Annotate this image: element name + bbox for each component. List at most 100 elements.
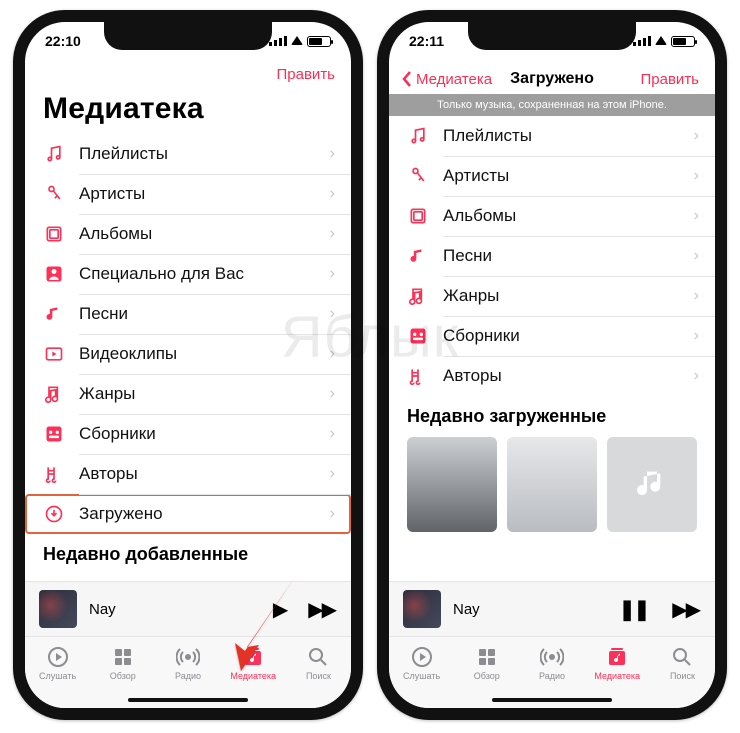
mini-player[interactable]: Nay ▶ ▶▶ — [25, 581, 351, 636]
chevron-right-icon: › — [694, 207, 699, 225]
status-time: 22:10 — [45, 33, 81, 49]
compilation-icon — [407, 326, 429, 346]
play-circle-icon — [46, 645, 70, 669]
album-icon — [43, 224, 65, 244]
row-genres[interactable]: Жанры › — [389, 276, 715, 316]
row-label: Плейлисты — [443, 126, 680, 146]
chevron-right-icon: › — [330, 265, 335, 283]
tab-label: Поиск — [306, 671, 331, 681]
downloaded-list: Плейлисты › Артисты › Альбомы › Песни › … — [389, 116, 715, 581]
recently-added-title: Недавно добавленные — [25, 534, 351, 571]
forward-button[interactable]: ▶▶ — [672, 597, 699, 622]
forward-button[interactable]: ▶▶ — [308, 597, 335, 622]
compilation-icon — [43, 424, 65, 444]
row-albums[interactable]: Альбомы › — [389, 196, 715, 236]
library-icon — [241, 645, 265, 669]
row-songs[interactable]: Песни › — [389, 236, 715, 276]
radio-icon — [540, 645, 564, 669]
row-artists[interactable]: Артисты › — [389, 156, 715, 196]
library-icon — [605, 645, 629, 669]
signal-icon — [633, 36, 651, 46]
row-playlists[interactable]: Плейлисты › — [25, 134, 351, 174]
row-songs[interactable]: Песни › — [25, 294, 351, 334]
notch — [468, 22, 636, 50]
home-indicator — [128, 698, 248, 702]
row-videos[interactable]: Видеоклипы › — [25, 334, 351, 374]
wifi-icon — [291, 36, 303, 45]
home-indicator — [492, 698, 612, 702]
mic-icon — [43, 184, 65, 204]
pause-button[interactable]: ❚❚ — [619, 597, 649, 622]
status-time: 22:11 — [409, 33, 444, 49]
chevron-right-icon: › — [330, 345, 335, 363]
battery-icon — [671, 36, 695, 47]
chevron-right-icon: › — [330, 225, 335, 243]
row-label: Загружено — [79, 504, 316, 524]
row-label: Сборники — [443, 326, 680, 346]
row-albums[interactable]: Альбомы › — [25, 214, 351, 254]
playlist-icon — [43, 144, 65, 164]
edit-button[interactable]: Править — [277, 66, 336, 83]
chevron-right-icon: › — [330, 465, 335, 483]
now-playing-title: Nay — [89, 601, 261, 618]
wifi-icon — [655, 36, 667, 45]
row-label: Песни — [79, 304, 316, 324]
back-label: Медиатека — [416, 71, 492, 88]
row-composers[interactable]: Авторы › — [25, 454, 351, 494]
chevron-right-icon: › — [694, 127, 699, 145]
tab-label: Обзор — [474, 671, 500, 681]
tab-label: Слушать — [403, 671, 440, 681]
row-genres[interactable]: Жанры › — [25, 374, 351, 414]
row-label: Артисты — [79, 184, 316, 204]
row-foryou[interactable]: Специально для Вас › — [25, 254, 351, 294]
album-icon — [407, 206, 429, 226]
tab-listen[interactable]: Слушать — [25, 637, 90, 708]
row-artists[interactable]: Артисты › — [25, 174, 351, 214]
note-icon — [407, 246, 429, 266]
genre-icon — [43, 384, 65, 404]
mic-icon — [407, 166, 429, 186]
album-tile[interactable] — [407, 437, 497, 532]
genre-icon — [407, 286, 429, 306]
tab-label: Слушать — [39, 671, 76, 681]
album-tile[interactable] — [507, 437, 597, 532]
chevron-right-icon: › — [330, 305, 335, 323]
note-icon — [43, 304, 65, 324]
back-button[interactable]: Медиатека — [401, 70, 492, 88]
row-label: Плейлисты — [79, 144, 316, 164]
tab-label: Радио — [539, 671, 565, 681]
tab-label: Поиск — [670, 671, 695, 681]
edit-button[interactable]: Править — [641, 71, 700, 88]
notch — [104, 22, 272, 50]
chevron-right-icon: › — [694, 287, 699, 305]
chevron-right-icon: › — [694, 327, 699, 345]
row-label: Авторы — [79, 464, 316, 484]
row-compilations[interactable]: Сборники › — [389, 316, 715, 356]
album-tile[interactable] — [607, 437, 697, 532]
mini-player[interactable]: Nay ❚❚ ▶▶ — [389, 581, 715, 636]
row-compilations[interactable]: Сборники › — [25, 414, 351, 454]
chevron-right-icon: › — [330, 185, 335, 203]
row-playlists[interactable]: Плейлисты › — [389, 116, 715, 156]
playlist-icon — [407, 126, 429, 146]
search-icon — [670, 645, 694, 669]
chevron-right-icon: › — [694, 167, 699, 185]
composer-icon — [43, 464, 65, 484]
composer-icon — [407, 366, 429, 386]
tab-listen[interactable]: Слушать — [389, 637, 454, 708]
tab-search[interactable]: Поиск — [650, 637, 715, 708]
tab-search[interactable]: Поиск — [286, 637, 351, 708]
grid-icon — [111, 645, 135, 669]
tab-label: Обзор — [110, 671, 136, 681]
album-art — [403, 590, 441, 628]
play-button[interactable]: ▶ — [273, 597, 286, 622]
chevron-right-icon: › — [330, 425, 335, 443]
search-icon — [306, 645, 330, 669]
row-label: Специально для Вас — [79, 264, 316, 284]
chevron-right-icon: › — [330, 505, 335, 523]
row-label: Видеоклипы — [79, 344, 316, 364]
row-downloaded[interactable]: Загружено › — [25, 494, 351, 534]
page-title: Медиатека — [25, 88, 351, 134]
row-composers[interactable]: Авторы › — [389, 356, 715, 396]
row-label: Артисты — [443, 166, 680, 186]
